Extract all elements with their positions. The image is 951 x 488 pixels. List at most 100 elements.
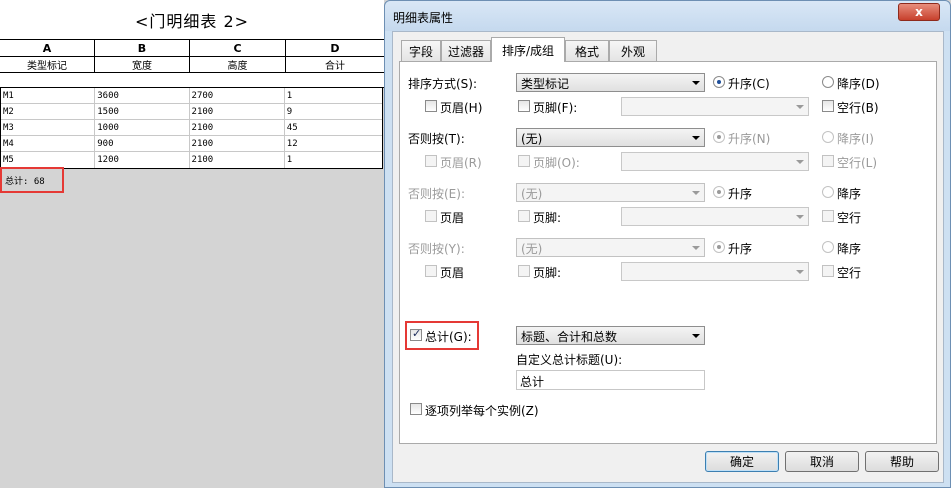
sort-3-descending-radio[interactable] bbox=[822, 186, 834, 198]
sort-3-blank-line-label: 空行 bbox=[837, 211, 862, 225]
table-row[interactable]: M1 3600 2700 1 bbox=[1, 88, 382, 104]
cell-type-mark[interactable]: M5 bbox=[1, 152, 96, 168]
cell-type-mark[interactable]: M4 bbox=[1, 136, 96, 151]
cell-height[interactable]: 2100 bbox=[190, 152, 285, 168]
column-letter-d[interactable]: D bbox=[286, 40, 384, 56]
sort-1-ascending-radio[interactable] bbox=[713, 76, 725, 88]
grand-total-checkbox[interactable] bbox=[410, 327, 422, 341]
ok-button[interactable]: 确定 bbox=[705, 451, 779, 472]
sort-2-header-checkbox[interactable] bbox=[425, 155, 437, 167]
sort-4-header-label: 页眉 bbox=[440, 266, 465, 280]
sort-3-footer-select[interactable] bbox=[621, 207, 809, 226]
sort-by-select[interactable]: 类型标记 bbox=[516, 73, 705, 92]
sort-1-footer-select[interactable] bbox=[621, 97, 809, 116]
itemize-every-instance-checkbox[interactable] bbox=[410, 403, 422, 415]
cell-count[interactable]: 12 bbox=[285, 136, 382, 151]
sorting-grouping-panel: 排序方式(S): 类型标记 升序(C) 降序(D) 页眉(H) 页脚(F): 空… bbox=[399, 61, 937, 444]
sort-1-footer-label: 页脚(F): bbox=[533, 101, 578, 115]
column-header-count[interactable]: 合计 bbox=[286, 57, 384, 72]
schedule-title: <门明细表 2> bbox=[134, 11, 250, 31]
then-by-3-select[interactable]: (无) bbox=[516, 238, 705, 257]
cell-width[interactable]: 1500 bbox=[95, 104, 190, 119]
chevron-down-icon bbox=[692, 136, 700, 140]
sort-2-descending-radio[interactable] bbox=[822, 131, 834, 143]
dialog-title-bar[interactable]: 明细表属性 x bbox=[385, 1, 950, 31]
sort-2-descending-label: 降序(I) bbox=[837, 132, 874, 146]
sort-2-footer-select[interactable] bbox=[621, 152, 809, 171]
column-header-type-mark[interactable]: 类型标记 bbox=[0, 57, 95, 72]
tab-fields[interactable]: 字段 bbox=[401, 40, 441, 61]
sort-4-descending-radio[interactable] bbox=[822, 241, 834, 253]
sort-1-ascending-label: 升序(C) bbox=[728, 77, 770, 91]
sort-4-blank-line-checkbox[interactable] bbox=[822, 265, 834, 277]
tab-appearance[interactable]: 外观 bbox=[609, 40, 657, 61]
sort-4-footer-checkbox[interactable] bbox=[518, 265, 530, 277]
column-letter-a[interactable]: A bbox=[0, 40, 95, 56]
cell-count[interactable]: 1 bbox=[285, 88, 382, 103]
column-letter-b[interactable]: B bbox=[95, 40, 190, 56]
grand-total-option: 标题、合计和总数 bbox=[521, 330, 618, 344]
sort-3-header-checkbox[interactable] bbox=[425, 210, 437, 222]
sort-3-blank-line-checkbox[interactable] bbox=[822, 210, 834, 222]
column-header-width[interactable]: 宽度 bbox=[95, 57, 190, 72]
sort-1-descending-radio[interactable] bbox=[822, 76, 834, 88]
cell-count[interactable]: 1 bbox=[285, 152, 382, 168]
sort-1-footer-checkbox[interactable] bbox=[518, 100, 530, 112]
cell-width[interactable]: 1000 bbox=[95, 120, 190, 135]
then-by-1-value: (无) bbox=[521, 132, 543, 146]
sort-2-footer-checkbox[interactable] bbox=[518, 155, 530, 167]
then-by-2-label: 否则按(E): bbox=[408, 187, 465, 201]
custom-total-title-input[interactable]: 总计 bbox=[516, 370, 705, 390]
chevron-down-icon bbox=[796, 105, 804, 109]
table-row[interactable]: M5 1200 2100 1 bbox=[1, 152, 382, 168]
sort-by-value: 类型标记 bbox=[521, 77, 570, 91]
sort-2-blank-line-checkbox[interactable] bbox=[822, 155, 834, 167]
cell-height[interactable]: 2100 bbox=[190, 136, 285, 151]
cell-width[interactable]: 900 bbox=[95, 136, 190, 151]
column-letter-c[interactable]: C bbox=[190, 40, 286, 56]
chevron-down-icon bbox=[692, 334, 700, 338]
sort-4-header-checkbox[interactable] bbox=[425, 265, 437, 277]
sort-3-header-label: 页眉 bbox=[440, 211, 465, 225]
help-button[interactable]: 帮助 bbox=[865, 451, 939, 472]
sort-4-ascending-radio[interactable] bbox=[713, 241, 725, 253]
tab-filter[interactable]: 过滤器 bbox=[441, 40, 491, 61]
chevron-down-icon bbox=[692, 81, 700, 85]
grand-total-select[interactable]: 标题、合计和总数 bbox=[516, 326, 705, 345]
grand-total-row: 总计: 68 bbox=[0, 167, 64, 193]
cell-width[interactable]: 1200 bbox=[95, 152, 190, 168]
close-button[interactable]: x bbox=[898, 3, 940, 21]
cell-width[interactable]: 3600 bbox=[95, 88, 190, 103]
cell-height[interactable]: 2100 bbox=[190, 120, 285, 135]
tab-sorting-grouping[interactable]: 排序/成组 bbox=[491, 37, 565, 62]
then-by-1-select[interactable]: (无) bbox=[516, 128, 705, 147]
column-header-height[interactable]: 高度 bbox=[190, 57, 286, 72]
sort-3-footer-checkbox[interactable] bbox=[518, 210, 530, 222]
cell-type-mark[interactable]: M2 bbox=[1, 104, 96, 119]
sort-4-ascending-label: 升序 bbox=[728, 242, 753, 256]
chevron-down-icon bbox=[692, 191, 700, 195]
sort-3-ascending-radio[interactable] bbox=[713, 186, 725, 198]
sort-4-footer-select[interactable] bbox=[621, 262, 809, 281]
sort-3-ascending-label: 升序 bbox=[728, 187, 753, 201]
cancel-button[interactable]: 取消 bbox=[785, 451, 859, 472]
sort-1-header-label: 页眉(H) bbox=[440, 101, 483, 115]
table-row[interactable]: M3 1000 2100 45 bbox=[1, 120, 382, 136]
schedule-title-bar: <门明细表 2> bbox=[0, 0, 384, 40]
then-by-2-select[interactable]: (无) bbox=[516, 183, 705, 202]
cell-count[interactable]: 9 bbox=[285, 104, 382, 119]
table-row[interactable]: M4 900 2100 12 bbox=[1, 136, 382, 152]
cell-type-mark[interactable]: M1 bbox=[1, 88, 96, 103]
sort-2-ascending-radio[interactable] bbox=[713, 131, 725, 143]
table-row[interactable]: M2 1500 2100 9 bbox=[1, 104, 382, 120]
sort-4-footer-label: 页脚: bbox=[533, 266, 562, 280]
schedule-view: <门明细表 2> A B C D 类型标记 宽度 高度 合计 M1 3600 2… bbox=[0, 0, 384, 488]
cell-height[interactable]: 2700 bbox=[190, 88, 285, 103]
cell-type-mark[interactable]: M3 bbox=[1, 120, 96, 135]
cell-height[interactable]: 2100 bbox=[190, 104, 285, 119]
sort-3-footer-label: 页脚: bbox=[533, 211, 562, 225]
tab-formatting[interactable]: 格式 bbox=[565, 40, 609, 61]
cell-count[interactable]: 45 bbox=[285, 120, 382, 135]
sort-1-header-checkbox[interactable] bbox=[425, 100, 437, 112]
sort-1-blank-line-checkbox[interactable] bbox=[822, 100, 834, 112]
